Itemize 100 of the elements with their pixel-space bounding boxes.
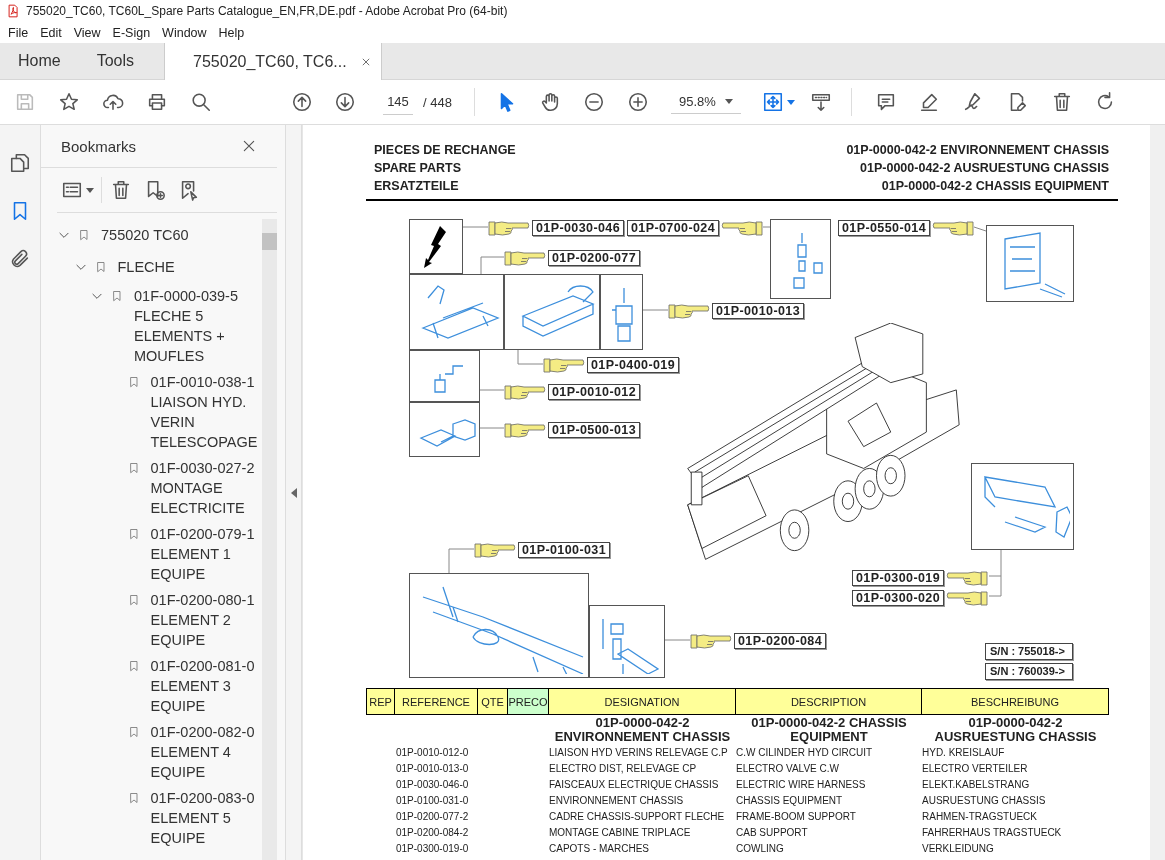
lightning-icon bbox=[424, 225, 448, 268]
part-reference-label[interactable]: 01P-0030-046 bbox=[532, 220, 625, 236]
table-cell-text: LIAISON HYD VERINS RELEVAGE C.P bbox=[549, 746, 729, 760]
pointing-hand-icon bbox=[946, 589, 989, 607]
pointing-hand-icon bbox=[668, 302, 710, 320]
table-cell-text: 01P-0200-077-2 bbox=[395, 810, 470, 824]
menu-item[interactable]: File bbox=[2, 25, 35, 40]
table-cell-text: 01P-0100-031-0 bbox=[395, 794, 470, 808]
page-header-text: 01P-0000-042-2 ENVIRONNEMENT CHASSIS bbox=[846, 142, 1109, 159]
menu-item[interactable]: E-Sign bbox=[106, 25, 157, 40]
bookmark-item[interactable]: 01F-0010-038-1 LIAISON HYD. VERIN TELESCOPAGE bbox=[150, 372, 262, 452]
column-header: DESCRIPTION bbox=[736, 688, 922, 715]
menu-item[interactable]: Window bbox=[156, 25, 213, 40]
scroll-icon bbox=[809, 91, 832, 113]
bookmark-item[interactable]: 01F-0200-080-1 ELEMENT 2 EQUIPE bbox=[150, 590, 262, 650]
column-header: REFERENCE bbox=[395, 688, 478, 715]
table-cell-text: ELECTRO DIST, RELEVAGE CP bbox=[549, 762, 698, 776]
pointing-hand-icon bbox=[721, 219, 764, 237]
page-header-text: 01P-0000-042-2 AUSRUESTUNG CHASSIS bbox=[859, 160, 1109, 177]
bookmark-item[interactable]: 01F-0200-079-1 ELEMENT 1 EQUIPE bbox=[150, 524, 262, 584]
bookmark-item[interactable]: 01F-0200-083-0 ELEMENT 5 EQUIPE bbox=[150, 788, 262, 848]
part-reference-label[interactable]: 01P-0550-014 bbox=[838, 220, 931, 236]
serial-number-label: S/N : 760039-> bbox=[985, 663, 1073, 680]
scrollbar[interactable] bbox=[262, 219, 277, 860]
arrow-up-icon bbox=[291, 91, 313, 113]
table-cell-text: ENVIRONNEMENT CHASSIS bbox=[549, 794, 685, 808]
page-header-text: PIECES DE RECHANGE bbox=[374, 142, 516, 159]
part-reference-label[interactable]: 01P-0010-012 bbox=[548, 384, 641, 400]
part-reference-label[interactable]: 01P-0300-019 bbox=[852, 570, 945, 586]
bookmark-item[interactable]: 01F-0000-039-5 FLECHE 5 ELEMENTS + MOUFLES bbox=[134, 286, 262, 366]
fit-page-icon bbox=[762, 91, 785, 113]
table-cell-text: FAHRERHAUS TRAGSTUECK bbox=[922, 826, 1063, 840]
column-header: DESIGNATION bbox=[549, 688, 736, 715]
bookmark-item[interactable]: 755020 TC60 bbox=[101, 225, 262, 245]
table-cell-text: 01P-0010-013-0 bbox=[395, 762, 470, 776]
arrow-down-icon bbox=[334, 91, 356, 113]
menu-item[interactable]: View bbox=[67, 25, 107, 40]
leader-line bbox=[479, 389, 505, 391]
serial-number-label: S/N : 755018-> bbox=[985, 643, 1073, 660]
pointing-hand-icon bbox=[504, 421, 546, 439]
pointing-hand-icon bbox=[504, 383, 546, 401]
table-cell-text: COWLING bbox=[736, 842, 785, 856]
bookmark-item[interactable]: FLECHE bbox=[117, 257, 262, 277]
tab[interactable]: Tools bbox=[78, 43, 153, 79]
part-reference-label[interactable]: 01P-0200-084 bbox=[734, 633, 827, 649]
table-cell-text: FRAME-BOOM SUPPORT bbox=[736, 810, 857, 824]
save-icon bbox=[14, 91, 36, 113]
menu-item[interactable]: Help bbox=[212, 25, 251, 40]
page-header-text: 01P-0000-042-2 CHASSIS EQUIPMENT bbox=[880, 178, 1109, 195]
part-reference-label[interactable]: 01P-0010-013 bbox=[712, 303, 805, 319]
zoom-out-icon bbox=[582, 91, 605, 113]
tab[interactable]: Home bbox=[0, 43, 79, 79]
leader-line bbox=[973, 226, 987, 232]
tab[interactable]: 755020_TC60, TC6... bbox=[164, 43, 382, 80]
print-icon bbox=[146, 91, 168, 113]
group-heading: 01P-0000-042-2 ENVIRONNEMENT CHASSIS bbox=[553, 715, 732, 744]
table-cell-text: 01P-0300-019-0 bbox=[395, 842, 470, 856]
zoom-field[interactable]: 95.8% bbox=[670, 90, 741, 114]
pointing-hand-icon bbox=[474, 541, 516, 559]
part-reference-label[interactable]: 01P-0400-019 bbox=[587, 357, 680, 373]
pointing-hand-icon bbox=[946, 569, 989, 587]
page-number-field[interactable]: 145 bbox=[383, 89, 413, 115]
table-cell-text: 01P-0030-046-0 bbox=[395, 778, 470, 792]
bookmark-item[interactable]: 01F-0030-027-2 MONTAGE ELECTRICITE bbox=[150, 458, 262, 518]
pages-icon bbox=[9, 152, 31, 174]
column-header: REP bbox=[366, 688, 395, 715]
table-cell-text: HYD. KREISLAUF bbox=[922, 746, 1006, 760]
pointing-hand-icon bbox=[543, 356, 585, 374]
page-header-text: ERSATZTEILE bbox=[374, 178, 460, 195]
table-cell-text: CHASSIS EQUIPMENT bbox=[736, 794, 844, 808]
column-header: BESCHREIBUNG bbox=[922, 688, 1109, 715]
page-header-text: SPARE PARTS bbox=[374, 160, 463, 177]
table-cell-text: CADRE CHASSIS-SUPPORT FLECHE bbox=[549, 810, 726, 824]
panel-title: Bookmarks bbox=[61, 137, 137, 155]
table-cell-text: ELECTRO VERTEILER bbox=[922, 762, 1029, 776]
close-icon bbox=[360, 56, 371, 67]
part-reference-label[interactable]: 01P-0700-024 bbox=[627, 220, 720, 236]
table-cell-text: CAPOTS - MARCHES bbox=[549, 842, 650, 856]
part-reference-label[interactable]: 01P-0500-013 bbox=[548, 422, 641, 438]
table-cell-text: ELEKT.KABELSTRANG bbox=[922, 778, 1031, 792]
leader-line bbox=[517, 349, 544, 365]
part-reference-label[interactable]: 01P-0300-020 bbox=[852, 590, 945, 606]
part-reference-label[interactable]: 01P-0200-077 bbox=[548, 250, 641, 266]
table-cell-text: 01P-0010-012-0 bbox=[395, 746, 470, 760]
leader-line bbox=[479, 427, 505, 429]
leader-line bbox=[642, 309, 669, 311]
scrollbar[interactable] bbox=[1150, 125, 1165, 860]
pointing-hand-icon bbox=[488, 219, 530, 237]
part-thumbnail bbox=[409, 402, 480, 457]
pointing-hand-icon bbox=[690, 632, 732, 650]
table-cell-text: FAISCEAUX ELECTRIQUE CHASSIS bbox=[549, 778, 720, 792]
leader-line bbox=[762, 226, 771, 228]
pointing-hand-icon bbox=[504, 249, 546, 267]
column-header: PRECO bbox=[508, 688, 549, 715]
table-cell-text: 01P-0200-084-2 bbox=[395, 826, 470, 840]
part-reference-label[interactable]: 01P-0100-031 bbox=[518, 542, 611, 558]
bookmark-item[interactable]: 01F-0200-082-0 ELEMENT 4 EQUIPE bbox=[150, 722, 262, 782]
menu-item[interactable]: Edit bbox=[34, 25, 68, 40]
bookmark-item[interactable]: 01F-0200-081-0 ELEMENT 3 EQUIPE bbox=[150, 656, 262, 716]
leader-line bbox=[664, 639, 691, 641]
